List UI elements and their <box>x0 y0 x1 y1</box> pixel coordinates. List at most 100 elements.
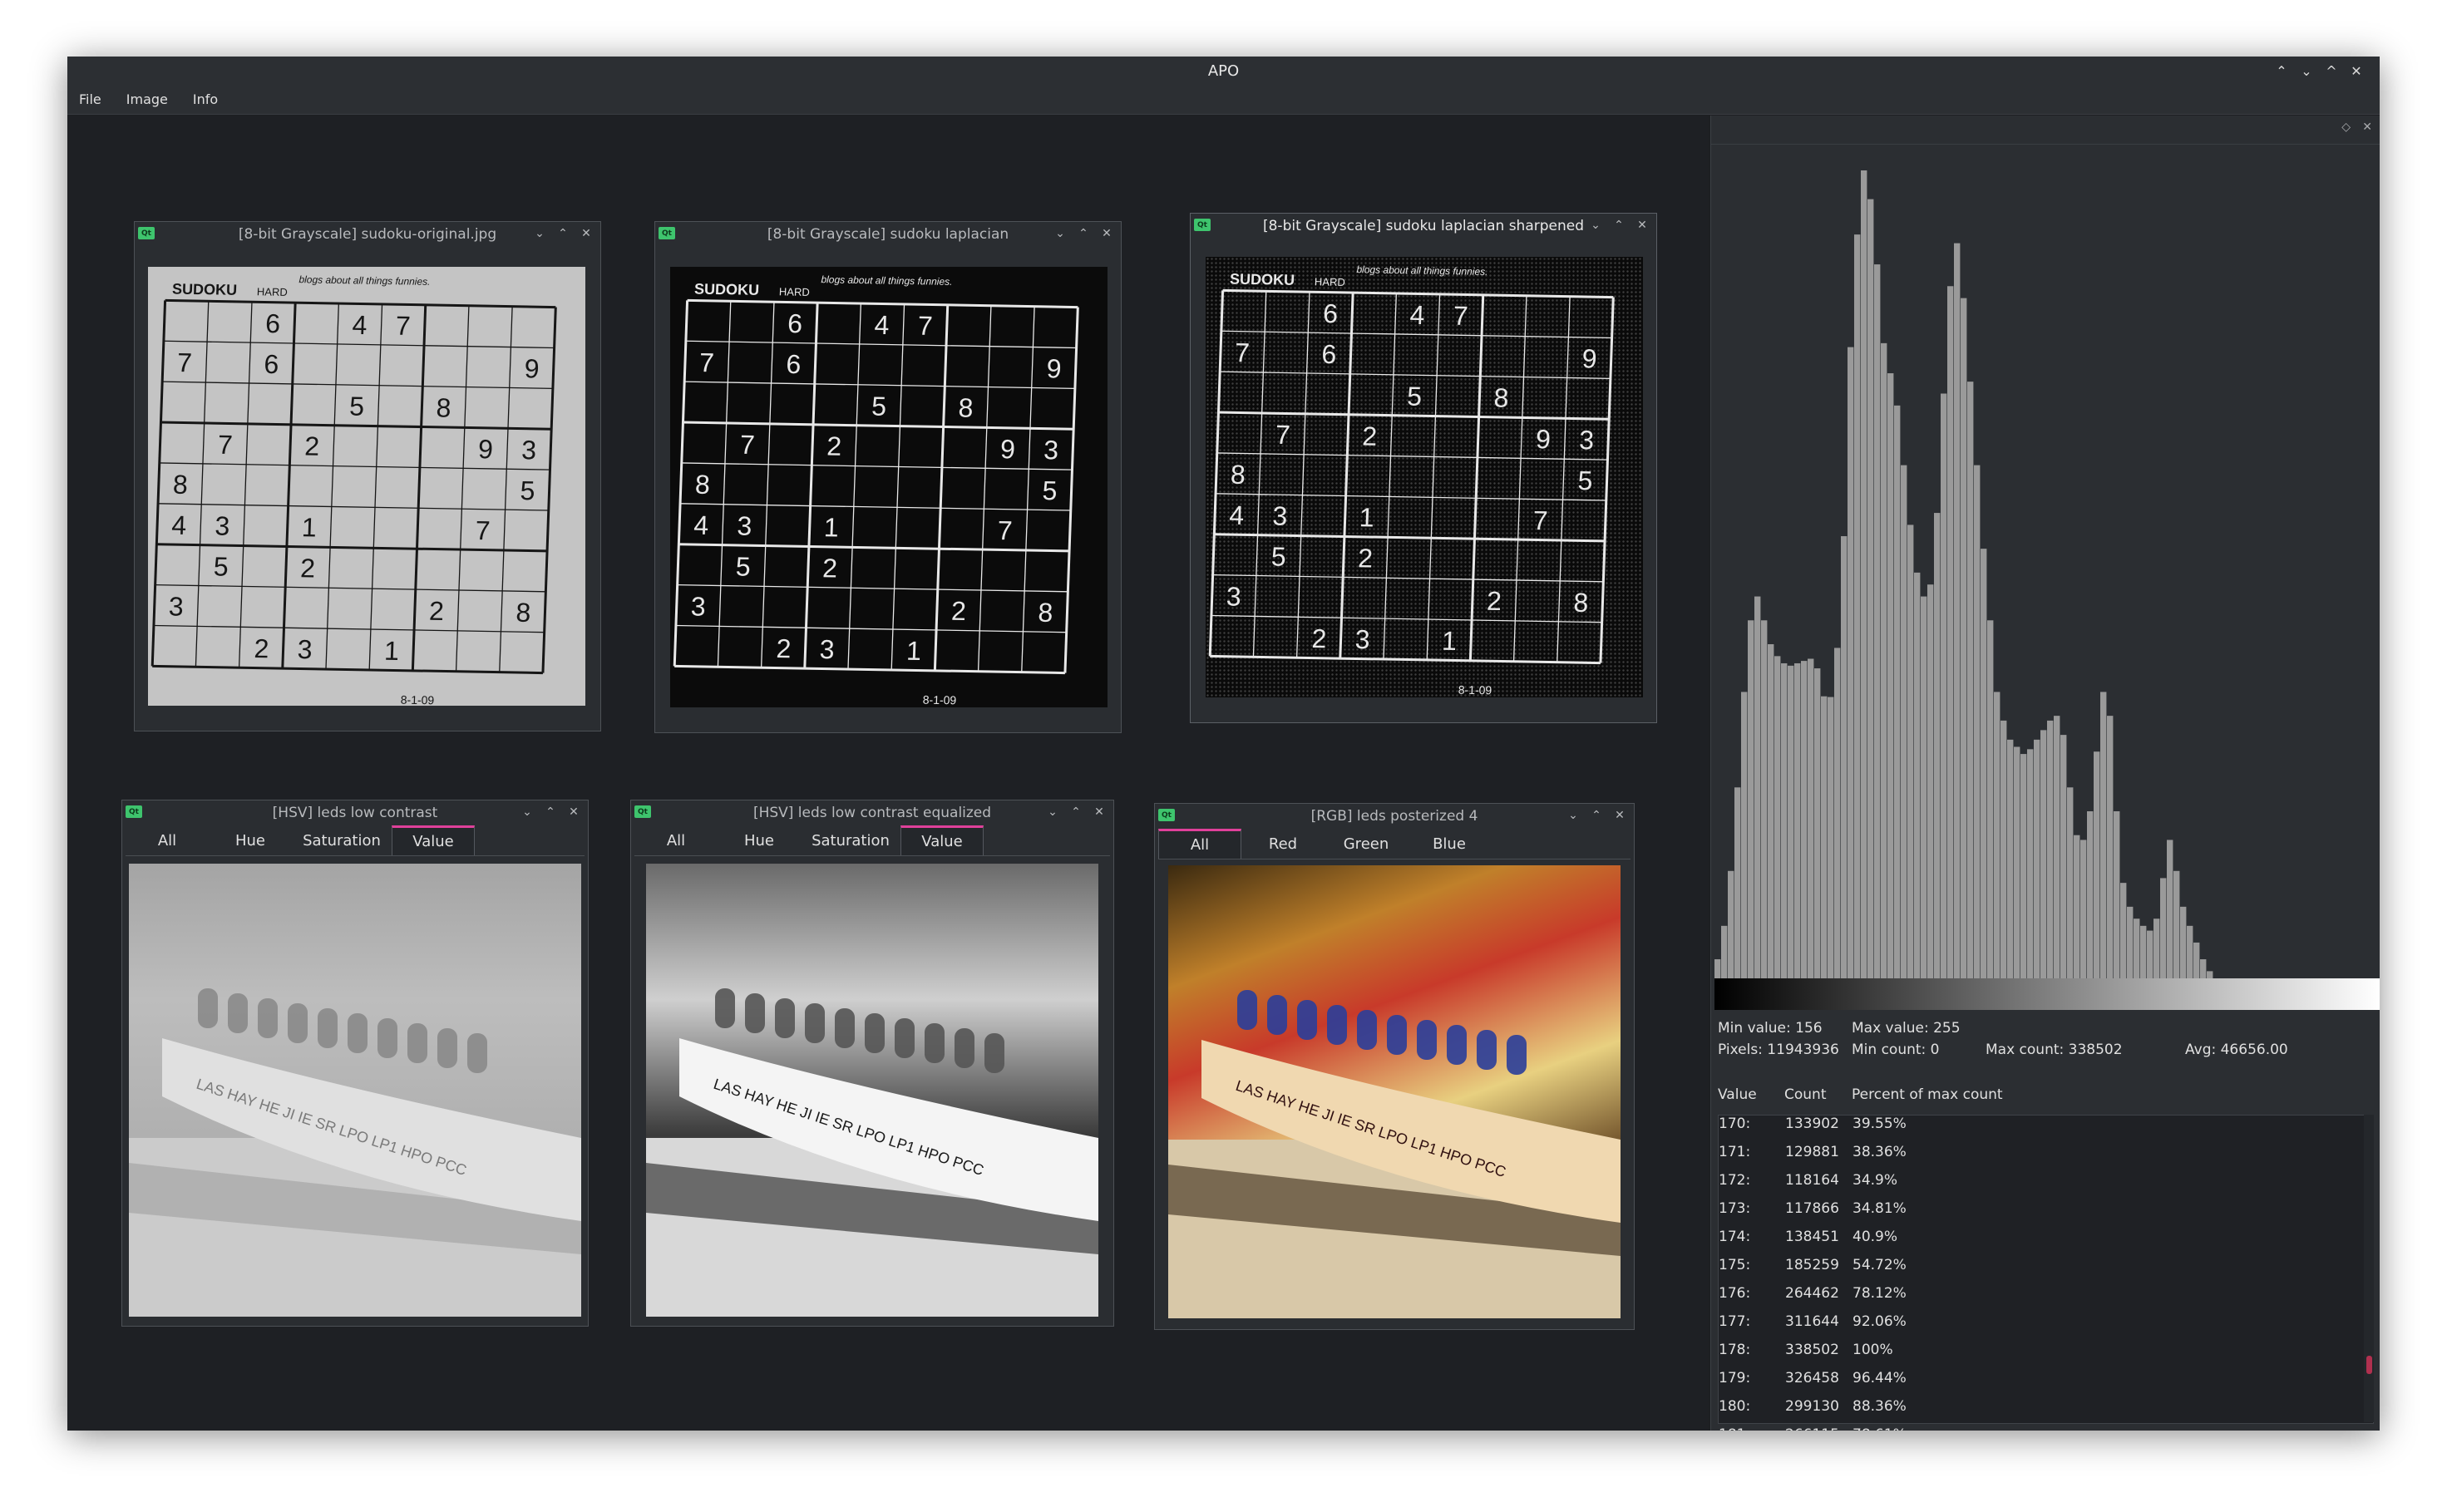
subwindow-leds-low-contrast[interactable]: Qt [HSV] leds low contrast ⌄ ⌃ ✕ All Hue… <box>121 800 589 1327</box>
table-row[interactable]: 176: 264462 78.12% <box>1719 1280 2373 1308</box>
maximize-icon[interactable]: ⌃ <box>1610 215 1628 235</box>
sudoku-digit: 7 <box>1532 505 1548 535</box>
subwindow-leds-posterized[interactable]: Qt [RGB] leds posterized 4 ⌄ ⌃ ✕ All Red… <box>1154 803 1635 1330</box>
grid-line <box>977 305 992 672</box>
image-canvas[interactable]: LAS HAY HE JI IE SR LPO LP1 HPO PCC <box>129 864 581 1317</box>
table-row[interactable]: 181: 266115 78.61% <box>1719 1421 2373 1431</box>
minimize-icon[interactable]: ⌄ <box>530 224 549 244</box>
table-row[interactable]: 179: 326458 96.44% <box>1719 1365 2373 1393</box>
tab-value[interactable]: Value <box>392 825 475 855</box>
image-canvas[interactable]: LAS HAY HE JI IE SR LPO LP1 HPO PCC <box>646 864 1098 1317</box>
sudoku-digit: 8 <box>436 392 451 422</box>
table-row[interactable]: 173: 117866 34.81% <box>1719 1195 2373 1224</box>
subwindow-sudoku-sharpened[interactable]: Qt [8-bit Grayscale] sudoku laplacian sh… <box>1190 213 1657 723</box>
close-icon[interactable]: ✕ <box>565 802 583 822</box>
histogram-bar <box>1887 373 1894 978</box>
close-icon[interactable]: ✕ <box>2362 121 2372 134</box>
histogram-bar <box>1927 584 1934 978</box>
scrollbar[interactable] <box>2364 1115 2374 1422</box>
maximize-icon[interactable]: ⌃ <box>541 802 560 822</box>
image-canvas[interactable]: SUDOKU HARD blogs about all things funnies… <box>1206 257 1643 697</box>
table-row[interactable]: 177: 311644 92.06% <box>1719 1308 2373 1337</box>
histogram-bar <box>2054 716 2060 978</box>
histogram-bar <box>2027 749 2034 978</box>
menu-file[interactable]: File <box>79 91 101 107</box>
tab-all[interactable]: All <box>1158 829 1241 859</box>
keep-above-icon[interactable]: ⌃ <box>2273 62 2290 80</box>
close-icon[interactable]: ✕ <box>2348 62 2365 80</box>
histogram-bar <box>1714 959 1721 978</box>
histogram-bar <box>2187 925 2193 978</box>
close-icon[interactable]: ✕ <box>1633 215 1651 235</box>
table-row[interactable]: 170: 133902 39.55% <box>1719 1111 2373 1139</box>
histogram-bar <box>1954 243 1961 979</box>
row-percent: 38.36% <box>1853 1144 1907 1160</box>
sudoku-digit: 4 <box>1229 500 1245 530</box>
maximize-icon[interactable]: ⌃ <box>554 224 572 244</box>
menu-image[interactable]: Image <box>126 91 168 107</box>
led <box>377 1018 397 1058</box>
row-count: 129881 <box>1785 1144 1839 1160</box>
row-percent: 54.72% <box>1853 1257 1907 1273</box>
sudoku-digit: 5 <box>213 551 229 581</box>
tab-hue[interactable]: Hue <box>718 825 801 855</box>
image-canvas[interactable]: SUDOKU HARD blogs about all things funnies… <box>670 267 1108 707</box>
minimize-icon[interactable]: ⌄ <box>518 802 536 822</box>
histogram-bar <box>1867 199 1874 978</box>
maximize-icon[interactable]: ⌃ <box>1074 224 1093 244</box>
tab-blue[interactable]: Blue <box>1408 829 1491 859</box>
histogram-bar <box>1801 661 1808 978</box>
table-row[interactable]: 175: 185259 54.72% <box>1719 1252 2373 1280</box>
close-icon[interactable]: ✕ <box>1098 224 1116 244</box>
led <box>835 1008 855 1048</box>
subwindow-leds-equalized[interactable]: Qt [HSV] leds low contrast equalized ⌄ ⌃… <box>630 800 1114 1327</box>
menu-info[interactable]: Info <box>193 91 218 107</box>
close-icon[interactable]: ✕ <box>1090 802 1108 822</box>
tab-all[interactable]: All <box>126 825 209 855</box>
grid-line <box>1383 293 1398 660</box>
histogram-table[interactable]: 170: 133902 39.55% 171: 129881 38.36% 172: 1181… <box>1718 1115 2374 1431</box>
maximize-icon[interactable]: ⌃ <box>1067 802 1085 822</box>
minimize-icon[interactable]: ⌄ <box>1051 224 1069 244</box>
histogram-bar <box>1734 787 1741 978</box>
subwindow-sudoku-laplacian[interactable]: Qt [8-bit Grayscale] sudoku laplacian ⌄ … <box>654 221 1122 733</box>
histogram-bar <box>2001 720 2007 978</box>
close-icon[interactable]: ✕ <box>577 224 595 244</box>
led <box>1507 1035 1527 1075</box>
close-icon[interactable]: ✕ <box>1611 805 1629 825</box>
image-canvas[interactable]: LAS HAY HE JI IE SR LPO LP1 HPO PCC <box>1168 865 1621 1318</box>
tab-saturation[interactable]: Saturation <box>801 825 900 855</box>
tab-red[interactable]: Red <box>1241 829 1325 859</box>
table-row[interactable]: 178: 338502 100% <box>1719 1337 2373 1365</box>
sudoku-digit: 4 <box>693 510 709 540</box>
minimize-icon[interactable]: ⌄ <box>2298 62 2315 80</box>
tab-green[interactable]: Green <box>1325 829 1408 859</box>
table-row[interactable]: 174: 138451 40.9% <box>1719 1224 2373 1252</box>
tab-value[interactable]: Value <box>900 825 984 855</box>
table-row[interactable]: 180: 299130 88.36% <box>1719 1393 2373 1421</box>
float-icon[interactable]: ◇ <box>2341 121 2351 134</box>
sudoku-digit: 7 <box>1275 420 1290 450</box>
grid-line <box>160 421 552 431</box>
subwindow-sudoku-original[interactable]: Qt [8-bit Grayscale] sudoku-original.jpg… <box>134 221 601 731</box>
tab-all[interactable]: All <box>634 825 718 855</box>
image-canvas[interactable]: SUDOKU HARD blogs about all things funnies… <box>148 267 585 706</box>
minimize-icon[interactable]: ⌄ <box>1043 802 1062 822</box>
scrollbar-thumb[interactable] <box>2366 1356 2372 1374</box>
subwindow-controls: ⌄ ⌃ ✕ <box>1043 802 1108 822</box>
maximize-icon[interactable]: ^ <box>2323 62 2340 80</box>
histogram-chart <box>1714 170 2213 979</box>
histogram-bar <box>2087 810 2094 978</box>
row-percent: 40.9% <box>1853 1229 1898 1245</box>
table-row[interactable]: 171: 129881 38.36% <box>1719 1139 2373 1167</box>
tab-hue[interactable]: Hue <box>209 825 292 855</box>
minimize-icon[interactable]: ⌄ <box>1586 215 1605 235</box>
leds-image: LAS HAY HE JI IE SR LPO LP1 HPO PCC <box>1168 990 1621 1318</box>
led <box>198 988 218 1028</box>
sudoku-digit: 9 <box>1535 424 1551 454</box>
minimize-icon[interactable]: ⌄ <box>1564 805 1582 825</box>
table-row[interactable]: 172: 118164 34.9% <box>1719 1167 2373 1195</box>
histogram-bar <box>1788 665 1794 978</box>
maximize-icon[interactable]: ⌃ <box>1587 805 1606 825</box>
tab-saturation[interactable]: Saturation <box>292 825 392 855</box>
